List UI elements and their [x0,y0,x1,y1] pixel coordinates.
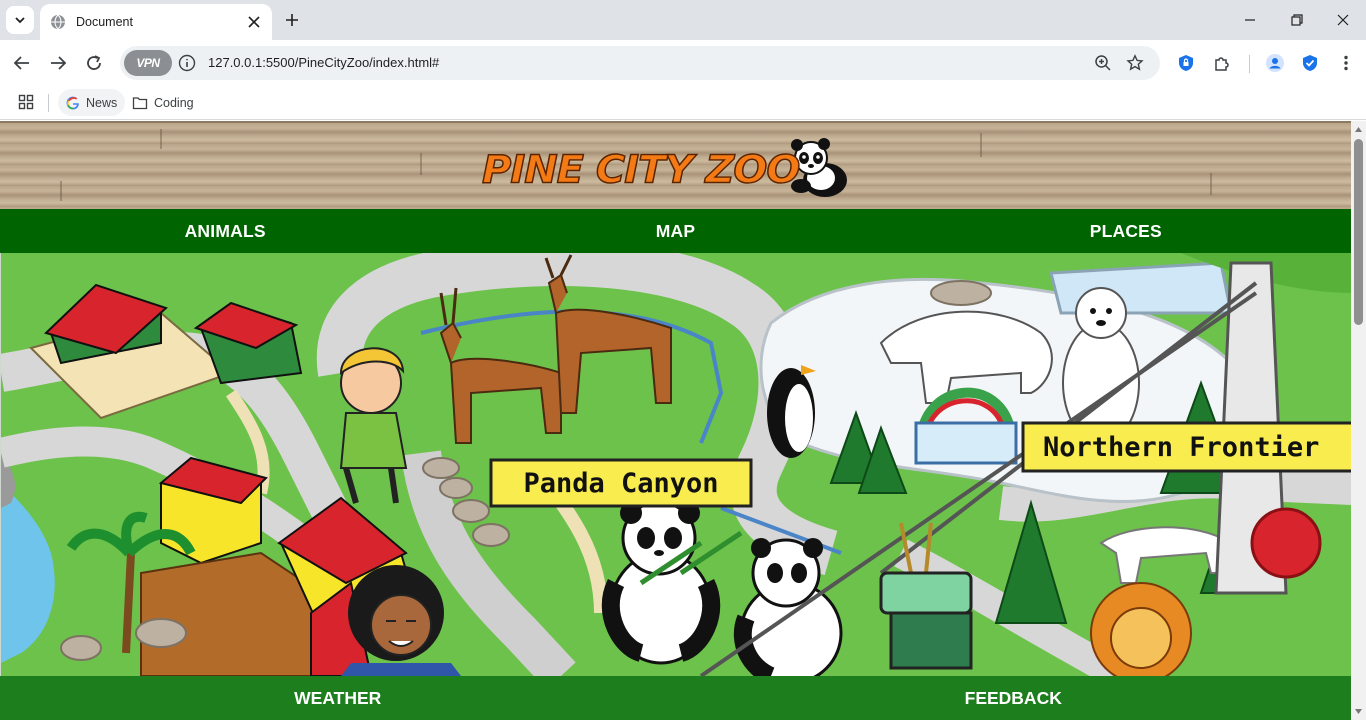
close-window-icon[interactable] [1333,10,1353,30]
nav-feedback[interactable]: FEEDBACK [676,676,1352,720]
bookmark-coding-folder[interactable]: Coding [124,89,202,116]
nav-animals[interactable]: ANIMALS [0,209,450,253]
logo-text: PINE CITY ZOO [481,147,801,192]
bookmark-star-icon[interactable] [1126,54,1144,72]
panda-canyon-label: Panda Canyon [523,468,718,499]
chevron-down-icon [15,17,25,24]
url-path: :5500/PineCityZoo/index.html# [262,55,440,70]
tab-title: Document [76,15,133,29]
scroll-up-icon[interactable] [1354,125,1363,134]
more-menu-icon[interactable] [1336,53,1356,73]
globe-icon [51,14,65,30]
address-bar[interactable]: VPN 127.0.0.1:5500/PineCityZoo/index.htm… [120,46,1160,80]
close-tab-icon[interactable] [246,14,262,30]
bookmark-news[interactable]: News [58,89,126,116]
forward-arrow-icon[interactable] [48,53,68,73]
northern-frontier-label: Northern Frontier [1043,432,1319,463]
reload-icon[interactable] [84,53,104,73]
browser-tab-strip: Document [0,0,1366,40]
active-tab[interactable]: Document [40,4,272,40]
scroll-down-icon[interactable] [1354,707,1363,716]
site-logo[interactable]: PINE CITY ZOO [481,137,851,203]
scrollbar-thumb[interactable] [1354,139,1363,325]
bookmark-news-label: News [86,95,118,110]
wood-seam [420,153,422,175]
wood-seam [1210,173,1212,195]
northern-frontier-sign: Northern Frontier [1021,421,1351,473]
wood-seam [980,133,982,157]
shield-extension-icon[interactable] [1176,53,1196,73]
nav-map[interactable]: MAP [450,209,900,253]
panda-canyon-sign: Panda Canyon [489,458,753,508]
bookmarks-divider [48,94,49,112]
google-icon [66,96,79,109]
site-header: PINE CITY ZOO [0,121,1351,209]
security-check-icon[interactable] [1300,53,1320,73]
page-viewport: PINE CITY ZOO ANIMALS MAP PLACES Panda C… [0,121,1366,720]
main-nav: ANIMALS MAP PLACES [0,209,1351,253]
back-arrow-icon[interactable] [12,53,32,73]
minimize-icon[interactable] [1240,10,1260,30]
zoo-page: PINE CITY ZOO ANIMALS MAP PLACES Panda C… [0,121,1351,720]
wood-seam [60,181,62,201]
restore-icon[interactable] [1287,10,1307,30]
zoo-map-image[interactable]: Panda Canyon Northern Frontier [1,253,1351,676]
nav-places[interactable]: PLACES [901,209,1351,253]
tab-search-button[interactable] [6,6,34,34]
url-host: 127.0.0.1 [208,55,263,70]
bookmarks-bar: News Coding [0,86,1366,120]
wood-seam [160,129,162,149]
page-scrollbar[interactable] [1351,121,1366,720]
footer-nav: WEATHER FEEDBACK [0,676,1351,720]
extensions-puzzle-icon[interactable] [1212,53,1232,73]
zoo-map-illustration: Panda Canyon Northern Frontier [0,253,1351,676]
new-tab-icon[interactable] [282,10,302,30]
bookmark-coding-label: Coding [154,95,194,110]
folder-icon [132,96,148,109]
vpn-badge[interactable]: VPN [124,50,172,76]
url-text[interactable]: 127.0.0.1:5500/PineCityZoo/index.html# [208,55,439,70]
nav-weather[interactable]: WEATHER [0,676,676,720]
zoom-icon[interactable] [1094,54,1112,72]
apps-grid-icon[interactable] [18,94,34,110]
toolbar-divider [1249,55,1250,73]
profile-avatar-icon[interactable] [1265,53,1285,73]
browser-toolbar: VPN 127.0.0.1:5500/PineCityZoo/index.htm… [0,40,1366,86]
site-info-icon[interactable] [178,54,196,72]
